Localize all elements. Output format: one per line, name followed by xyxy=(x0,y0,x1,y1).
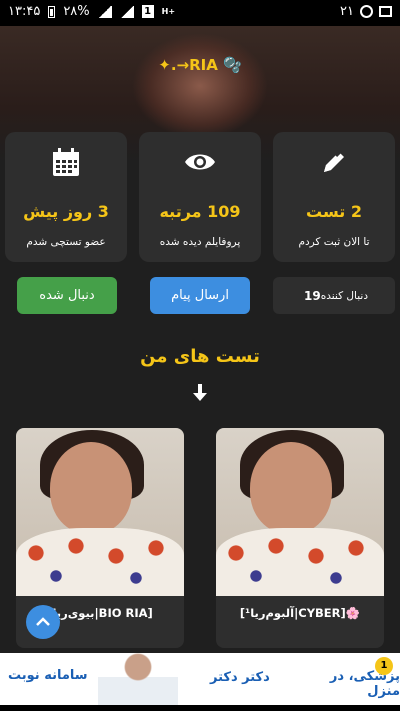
stat-value: 3 روز پیش xyxy=(23,202,109,221)
battery-icon xyxy=(48,5,56,18)
calendar-icon xyxy=(5,146,127,178)
send-message-button[interactable]: ارسال پیام xyxy=(150,277,250,314)
ad-left-text: سامانه نوبت xyxy=(8,668,88,683)
gallery-notification-icon xyxy=(379,6,392,17)
notification-count: ۲۱ xyxy=(340,4,354,19)
ad-banner[interactable]: سامانه نوبت دکتر دکتر پزشکی، در منزل 1 xyxy=(0,653,400,705)
stat-label: پروفایلم دیده شده xyxy=(159,236,241,248)
battery-level: ۲۸% xyxy=(63,4,90,19)
section-title: تست های من xyxy=(140,346,260,367)
arrow-down-icon xyxy=(193,384,207,401)
test-thumbnail xyxy=(16,428,184,596)
network-type: H+ xyxy=(161,6,176,16)
followers-label: دنبال کننده xyxy=(320,289,368,302)
app-notification-icon xyxy=(360,5,373,18)
status-left: ۱۳:۴۵ ۲۸% 1 H+ xyxy=(8,4,175,19)
ad-badge: 1 xyxy=(375,657,393,675)
chevron-up-icon xyxy=(36,617,50,626)
followers-count[interactable]: دنبال کننده 19 xyxy=(273,277,395,314)
stat-card-views: 109 مرتبه پروفایلم دیده شده xyxy=(139,132,261,262)
test-thumbnail xyxy=(216,428,384,596)
stat-card-tests: 2 تست تا الان ثبت کردم xyxy=(273,132,395,262)
ad-logo: دکتر دکتر xyxy=(210,670,270,685)
stat-value: 2 تست xyxy=(306,202,362,221)
status-bar: ۱۳:۴۵ ۲۸% 1 H+ ۲۱ xyxy=(0,0,400,26)
nav-bar-edge xyxy=(0,705,400,711)
profile-name: ✦.→RIA 🫧 xyxy=(158,56,242,74)
signal-icon-2 xyxy=(119,5,134,18)
test-card[interactable]: [آلبوم‌ریا¹|CYBER]🌸 xyxy=(216,428,384,648)
sim-badge: 1 xyxy=(141,5,154,18)
follow-button[interactable]: دنبال شده xyxy=(17,277,117,314)
stat-label: عضو تستچی شدم xyxy=(26,236,106,248)
signal-icon xyxy=(97,5,112,18)
test-title: [آلبوم‌ریا¹|CYBER]🌸 xyxy=(239,606,361,620)
eye-icon xyxy=(139,146,261,178)
status-right: ۲۱ xyxy=(340,4,392,19)
clock: ۱۳:۴۵ xyxy=(8,4,41,19)
stat-card-joined: 3 روز پیش عضو تستچی شدم xyxy=(5,132,127,262)
stat-value: 109 مرتبه xyxy=(159,202,241,221)
pencil-icon xyxy=(273,146,395,178)
followers-number: 19 xyxy=(304,288,321,303)
stat-label: تا الان ثبت کردم xyxy=(298,236,370,248)
ad-doctor-image xyxy=(98,653,178,705)
scroll-top-button[interactable] xyxy=(26,605,60,639)
